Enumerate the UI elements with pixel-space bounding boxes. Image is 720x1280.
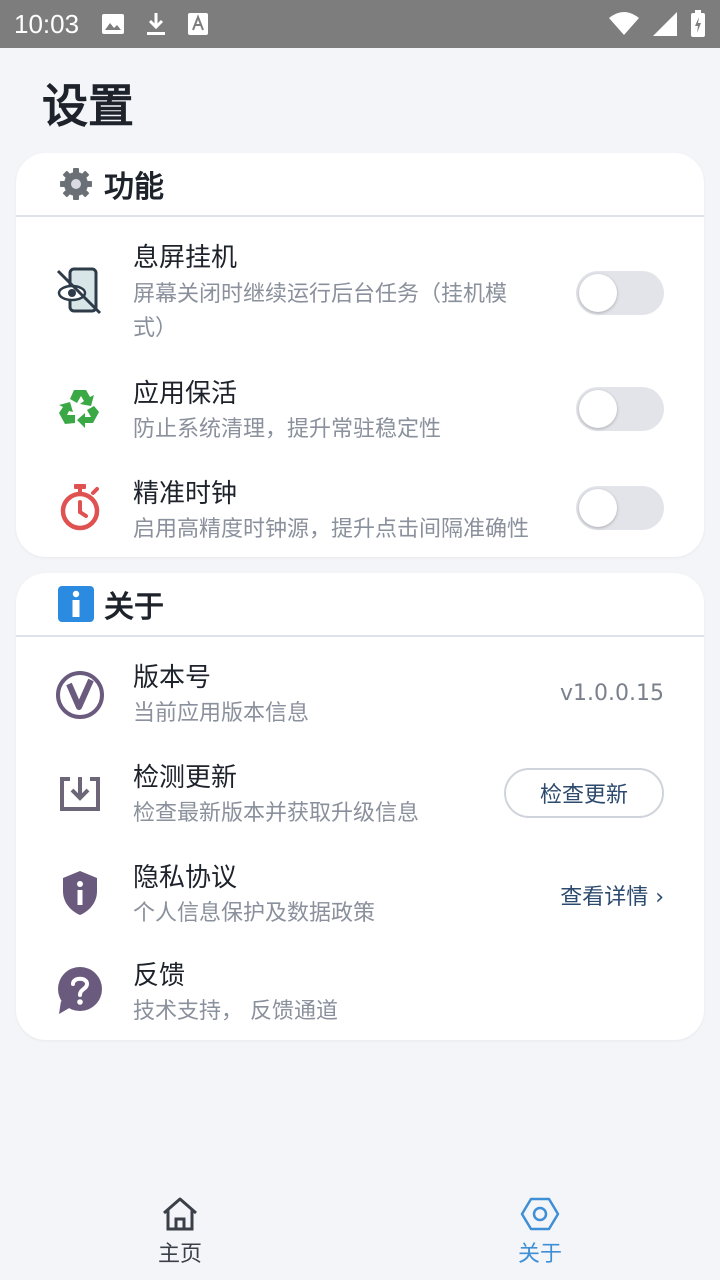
image-notification-icon [102,14,125,34]
update-row: 检测更新 检查最新版本并获取升级信息 检查更新 [16,757,704,837]
functions-card: 功能 息屏挂机 屏幕关闭时继续运行后台任务（挂机模 式） 应用保活 防止系统清理… [16,153,704,557]
feedback-desc: 技术支持， 反馈通道 [133,999,338,1024]
toggle-knob [579,489,617,527]
nav-home-label: 主页 [157,1242,202,1267]
update-title: 检测更新 [133,763,238,793]
info-icon [58,586,94,622]
status-time: 10:03 [14,8,80,39]
version-icon [54,669,106,721]
screen-off-desc-line1: 屏幕关闭时继续运行后台任务（挂机模 [133,282,508,307]
stopwatch-icon [54,481,106,533]
nav-about[interactable]: 关于 [360,1180,720,1280]
nav-home[interactable]: 主页 [0,1180,360,1280]
question-bubble-icon [54,965,106,1017]
precise-clock-row: 精准时钟 启用高精度时钟源，提升点击间隔准确性 [16,473,704,553]
toggle-knob [579,390,617,428]
screen-off-title: 息屏挂机 [133,243,238,273]
home-icon [163,1197,197,1231]
functions-title: 功能 [104,170,164,205]
feedback-title: 反馈 [133,961,186,991]
battery-icon [691,10,705,37]
precise-clock-title: 精准时钟 [133,479,238,509]
privacy-row[interactable]: 隐私协议 个人信息保护及数据政策 查看详情 › [16,857,704,937]
nav-about-label: 关于 [517,1242,562,1267]
precise-clock-toggle[interactable] [576,486,664,530]
version-desc: 当前应用版本信息 [133,701,310,726]
view-details-link[interactable]: 查看详情 › [560,879,664,911]
about-title: 关于 [104,590,164,625]
precise-clock-desc: 启用高精度时钟源，提升点击间隔准确性 [133,517,530,542]
bottom-nav: 主页 关于 [0,1180,720,1280]
wifi-icon [609,12,639,35]
screen-off-row: 息屏挂机 屏幕关闭时继续运行后台任务（挂机模 式） [16,237,704,347]
signal-icon [653,12,677,36]
keep-alive-title: 应用保活 [133,379,238,409]
keep-alive-desc: 防止系统清理，提升常驻稳定性 [133,417,442,442]
about-card: 关于 版本号 当前应用版本信息 v1.0.0.15 检测更新 检查最新版本并获取… [16,573,704,1040]
update-desc: 检查最新版本并获取升级信息 [133,801,420,826]
functions-header: 功能 [16,153,704,217]
gear-icon [58,166,94,202]
download-icon [147,13,166,35]
download-box-icon [54,767,106,819]
version-row: 版本号 当前应用版本信息 v1.0.0.15 [16,657,704,737]
privacy-desc: 个人信息保护及数据政策 [133,901,376,926]
privacy-title: 隐私协议 [133,863,238,893]
check-update-button[interactable]: 检查更新 [504,768,664,818]
recycle-icon [54,383,106,435]
feedback-row[interactable]: 反馈 技术支持， 反馈通道 [16,955,704,1035]
shield-icon [54,867,106,919]
hexagon-icon [520,1197,560,1231]
keep-alive-toggle[interactable] [576,387,664,431]
screen-off-icon [54,265,106,317]
screen-off-toggle[interactable] [576,271,664,315]
status-bar: 10:03 [0,0,720,48]
page-title: 设置 [42,79,134,133]
keep-alive-row: 应用保活 防止系统清理，提升常驻稳定性 [16,373,704,453]
about-header: 关于 [16,573,704,637]
screen-off-desc-line2: 式） [133,316,178,341]
keyboard-notification-icon [188,13,209,35]
version-title: 版本号 [133,663,212,693]
version-value: v1.0.0.15 [560,681,664,706]
toggle-knob [579,274,617,312]
